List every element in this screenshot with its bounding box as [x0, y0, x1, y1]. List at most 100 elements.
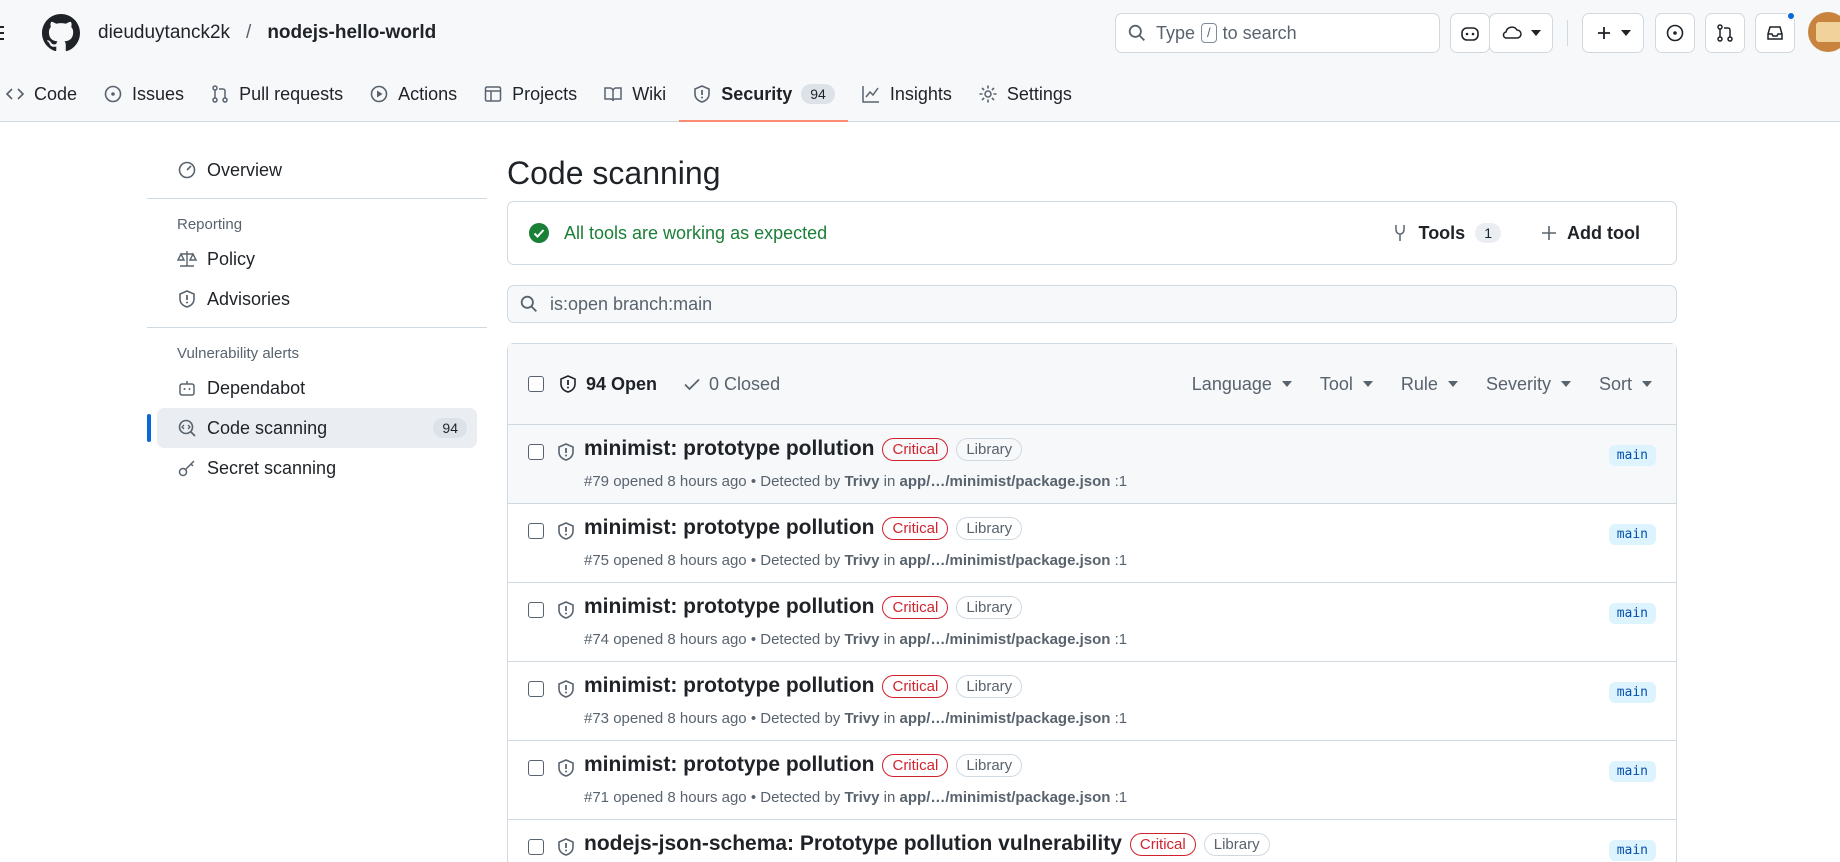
- pull-requests-button[interactable]: [1705, 13, 1745, 53]
- filter-tool[interactable]: Tool: [1320, 374, 1373, 395]
- issues-button[interactable]: [1655, 13, 1695, 53]
- check-icon: [684, 378, 700, 391]
- tab-settings[interactable]: Settings: [965, 78, 1085, 110]
- tab-label: Pull requests: [239, 83, 344, 104]
- copilot-button[interactable]: [1450, 13, 1490, 53]
- select-all-checkbox[interactable]: [528, 376, 544, 392]
- tab-pull-requests[interactable]: Pull requests: [197, 78, 356, 110]
- branch-label[interactable]: main: [1608, 445, 1656, 466]
- filter-severity[interactable]: Severity: [1486, 374, 1571, 395]
- library-label: Library: [956, 674, 1023, 698]
- create-new-button[interactable]: [1582, 13, 1644, 53]
- filter-query: is:open branch:main: [550, 293, 713, 314]
- issue-icon: [104, 85, 122, 103]
- sidebar-item-overview[interactable]: Overview: [157, 150, 477, 190]
- alert-path: app/…/minimist/package.json: [899, 473, 1111, 490]
- alerts-list-header: 94 Open 0 Closed Language Tool Rule Seve…: [508, 344, 1676, 425]
- user-avatar[interactable]: [1808, 12, 1840, 52]
- alert-checkbox[interactable]: [528, 760, 544, 776]
- filter-rule[interactable]: Rule: [1401, 374, 1458, 395]
- alert-checkbox[interactable]: [528, 523, 544, 539]
- alert-title-link[interactable]: minimist: prototype pollution: [584, 437, 874, 461]
- alert-tool: Trivy: [844, 473, 880, 490]
- branch-label[interactable]: main: [1608, 682, 1656, 703]
- open-count-label: 94 Open: [586, 373, 658, 394]
- branch-label[interactable]: main: [1608, 524, 1656, 545]
- repo-name-link[interactable]: nodejs-hello-world: [267, 22, 436, 44]
- tab-actions[interactable]: Actions: [356, 78, 470, 110]
- tab-label: Issues: [132, 83, 185, 104]
- copilot-icon: [1461, 27, 1479, 41]
- tools-button[interactable]: Tools 1: [1391, 223, 1501, 244]
- alert-number: #79: [584, 473, 610, 490]
- alert-number: #74: [584, 631, 610, 648]
- alert-checkbox[interactable]: [528, 681, 544, 697]
- alert-title-link[interactable]: nodejs-json-schema: Prototype pollution …: [584, 832, 1122, 856]
- alert-row[interactable]: minimist: prototype pollution Critical L…: [508, 741, 1676, 820]
- alerts-filter-menus: Language Tool Rule Severity Sort: [1192, 374, 1652, 395]
- alert-title-link[interactable]: minimist: prototype pollution: [584, 674, 874, 698]
- github-logo-icon[interactable]: [42, 14, 80, 52]
- add-tool-button[interactable]: Add tool: [1541, 223, 1640, 244]
- sidebar-item-secret-scanning[interactable]: Secret scanning: [157, 448, 477, 488]
- severity-label: Critical: [882, 674, 949, 698]
- alert-title-line: nodejs-json-schema: Prototype pollution …: [584, 832, 1270, 856]
- repo-owner-link[interactable]: dieuduytanck2k: [98, 22, 230, 44]
- tab-issues[interactable]: Issues: [90, 78, 197, 110]
- tab-security[interactable]: Security 94: [679, 78, 848, 122]
- tab-insights[interactable]: Insights: [848, 78, 965, 110]
- alert-row[interactable]: minimist: prototype pollution Critical L…: [508, 662, 1676, 741]
- sidebar-item-policy[interactable]: Policy: [157, 239, 477, 279]
- tab-wiki[interactable]: Wiki: [590, 78, 679, 110]
- open-alerts-toggle[interactable]: 94 Open: [558, 374, 657, 395]
- inbox-icon: [1767, 26, 1783, 40]
- filter-language[interactable]: Language: [1192, 374, 1292, 395]
- alert-checkbox[interactable]: [528, 444, 544, 460]
- alert-meta: #75 opened 8 hours ago • Detected by Tri…: [584, 552, 1127, 569]
- alerts-filter-input[interactable]: is:open branch:main: [507, 285, 1677, 323]
- sidebar-item-label: Dependabot: [207, 377, 306, 398]
- branch-label[interactable]: main: [1608, 603, 1656, 624]
- filter-sort[interactable]: Sort: [1599, 374, 1652, 395]
- tab-projects[interactable]: Projects: [470, 78, 590, 110]
- check-circle-icon: [529, 223, 549, 243]
- alert-checkbox[interactable]: [528, 839, 544, 855]
- sidebar-item-dependabot[interactable]: Dependabot: [157, 368, 477, 408]
- alert-line: :1: [1114, 473, 1128, 490]
- breadcrumb-separator: /: [246, 22, 252, 43]
- sidebar-item-code-scanning[interactable]: Code scanning 94: [147, 408, 477, 448]
- copilot-menu-button[interactable]: [1489, 13, 1553, 53]
- alert-checkbox[interactable]: [528, 602, 544, 618]
- branch-label[interactable]: main: [1608, 840, 1656, 861]
- alert-title-link[interactable]: minimist: prototype pollution: [584, 516, 874, 540]
- notification-dot: [1786, 11, 1796, 21]
- security-count-badge: 94: [801, 84, 835, 104]
- branch-label[interactable]: main: [1608, 761, 1656, 782]
- tab-code[interactable]: Code: [0, 78, 90, 110]
- sidebar-item-advisories[interactable]: Advisories: [157, 279, 477, 319]
- alert-row[interactable]: minimist: prototype pollution Critical L…: [508, 504, 1676, 583]
- alert-title-link[interactable]: minimist: prototype pollution: [584, 595, 874, 619]
- menu-icon[interactable]: [0, 18, 16, 48]
- tools-status-text: All tools are working as expected: [564, 222, 828, 243]
- security-sidebar: Overview Reporting Policy Advisories Vul…: [147, 150, 487, 488]
- alert-row[interactable]: minimist: prototype pollution Critical L…: [508, 425, 1676, 504]
- code-scanning-count-badge: 94: [433, 418, 467, 438]
- global-search-input[interactable]: Type / to search: [1115, 13, 1440, 53]
- closed-alerts-toggle[interactable]: 0 Closed: [683, 374, 780, 395]
- key-icon: [178, 460, 195, 477]
- alert-path: app/…/minimist/package.json: [899, 710, 1111, 727]
- tab-label: Wiki: [632, 83, 667, 104]
- alert-row[interactable]: minimist: prototype pollution Critical L…: [508, 583, 1676, 662]
- alerts-list: 94 Open 0 Closed Language Tool Rule Seve…: [507, 343, 1677, 862]
- filter-label: Sort: [1598, 373, 1632, 394]
- header-divider: [1567, 20, 1568, 46]
- add-tool-label: Add tool: [1567, 222, 1640, 243]
- law-icon: [177, 251, 197, 267]
- tab-label: Settings: [1006, 83, 1072, 104]
- alert-title-link[interactable]: minimist: prototype pollution: [584, 753, 874, 777]
- alert-row[interactable]: nodejs-json-schema: Prototype pollution …: [508, 820, 1676, 862]
- pull-request-icon: [212, 85, 228, 103]
- shield-icon: [558, 443, 574, 461]
- sidebar-item-label: Policy: [207, 248, 256, 269]
